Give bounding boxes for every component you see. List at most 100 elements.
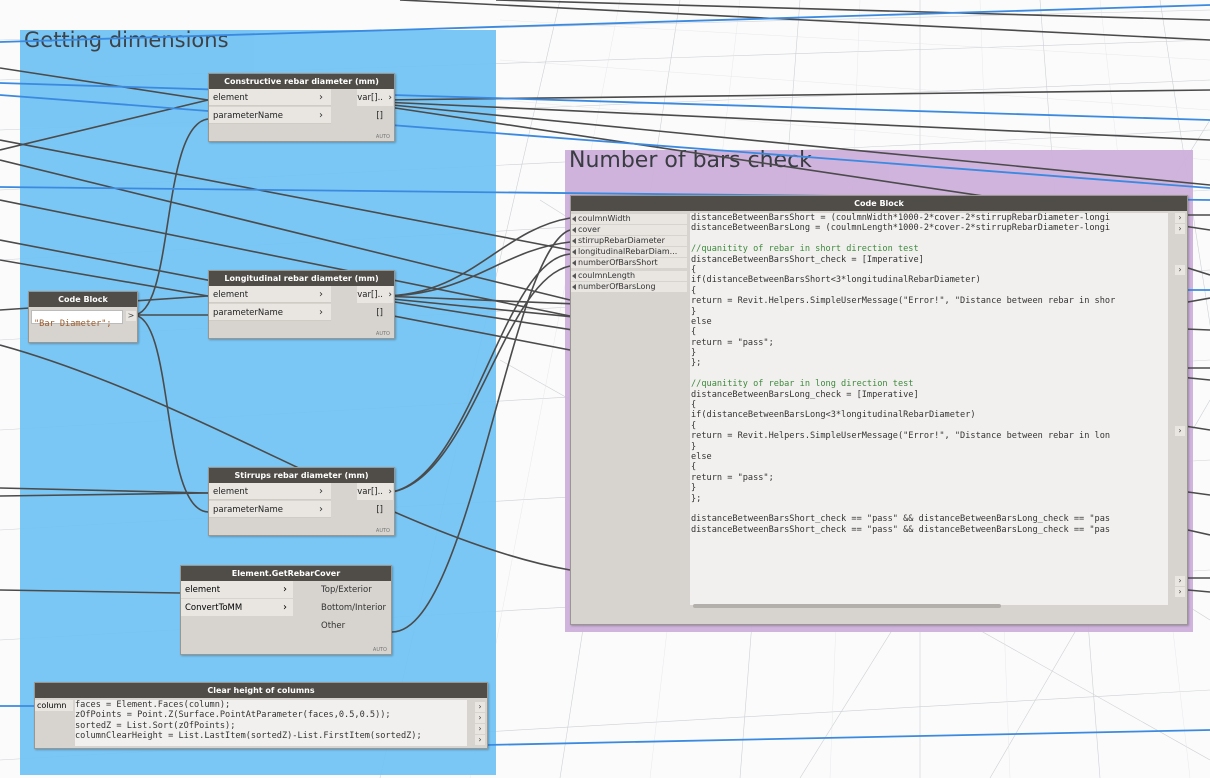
output-port[interactable]: › (475, 735, 485, 745)
input-port-convert-to-mm[interactable]: ConvertToMM › (181, 599, 293, 616)
code-line: return = "pass"; (691, 337, 774, 348)
input-port-parameter-name[interactable]: parameterName › (209, 304, 331, 321)
node-title: Constructive rebar diameter (mm) (209, 74, 394, 89)
node-constructive-rebar-diameter[interactable]: Constructive rebar diameter (mm) element… (208, 73, 395, 142)
input-port-element[interactable]: element › (209, 89, 331, 106)
code-line: { (691, 264, 697, 275)
output-port[interactable]: › (1175, 576, 1185, 586)
input-port-stirrup-rebar-diameter[interactable]: stirrupRebarDiameter (571, 236, 687, 247)
code-line: { (691, 400, 697, 411)
code-line: return = Revit.Helpers.SimpleUserMessage… (691, 296, 1116, 307)
input-port-element[interactable]: element › (209, 483, 331, 500)
group-title: Number of bars check (569, 148, 812, 173)
output-bottom-interior[interactable]: Bottom/Interior (321, 599, 386, 617)
code-line: else (691, 451, 712, 462)
code-line: } (691, 306, 697, 317)
dynamo-canvas[interactable]: Getting dimensions Number of bars check (0, 0, 1210, 778)
lacing-label: AUTO (375, 331, 390, 337)
output-top-exterior[interactable]: Top/Exterior (321, 581, 372, 599)
code-editor[interactable]: faces = Element.Faces(column); zOfPoints… (75, 700, 467, 746)
chevron-right-icon: › (388, 93, 392, 103)
output-port[interactable]: › (475, 724, 485, 734)
chevron-right-icon: › (319, 486, 323, 497)
code-line: //quanitity of rebar in long direction t… (691, 379, 914, 390)
chevron-right-icon: › (283, 602, 287, 613)
input-port-number-of-bars-short[interactable]: numberOfBarsShort (571, 258, 687, 269)
node-element-get-rebar-cover[interactable]: Element.GetRebarCover element › Top/Exter… (180, 565, 392, 655)
port-label: element (213, 290, 249, 300)
code-line: { (691, 327, 697, 338)
output-port[interactable]: > (126, 311, 136, 321)
code-line: else (691, 316, 712, 327)
output-other[interactable]: Other (321, 617, 345, 635)
code-line: return = Revit.Helpers.SimpleUserMessage… (691, 431, 1111, 442)
code-line: distanceBetweenBarsShort_check == "pass"… (691, 514, 1111, 525)
output-port-var[interactable]: var[]..[] › (357, 286, 393, 318)
output-port-var[interactable]: var[]..[] › (357, 89, 393, 121)
node-clear-height-of-columns[interactable]: Clear height of columns column faces = E… (34, 682, 488, 749)
output-port[interactable]: › (1175, 213, 1185, 223)
output-port[interactable]: › (475, 702, 485, 712)
port-label: element (185, 585, 221, 595)
input-port-parameter-name[interactable]: parameterName › (209, 501, 331, 518)
group-title: Getting dimensions (24, 28, 229, 52)
code-editor[interactable]: "Bar Diameter"; (31, 310, 123, 329)
input-port-coulmn-length[interactable]: coulmnLength (571, 271, 687, 282)
node-stirrups-rebar-diameter[interactable]: Stirrups rebar diameter (mm) element › va… (208, 467, 395, 536)
output-port[interactable]: › (1175, 265, 1185, 275)
code-line: if(distanceBetweenBarsShort<3*longitudin… (691, 275, 981, 286)
code-line: distanceBetweenBarsShort = (coulmnWidth*… (691, 213, 1111, 223)
lacing-label: AUTO (375, 528, 390, 534)
code-line: } (691, 483, 697, 494)
code-line: distanceBetweenBarsShort_check == "pass"… (691, 524, 1111, 535)
output-port[interactable]: › (1175, 224, 1185, 234)
code-line: if(distanceBetweenBarsLong<3*longitudina… (691, 410, 976, 421)
horizontal-scrollbar[interactable] (693, 604, 1001, 608)
input-port-parameter-name[interactable]: parameterName › (209, 107, 331, 124)
input-port-coulmn-width[interactable]: coulmnWidth (571, 214, 687, 225)
code-line: faces = Element.Faces(column); (75, 700, 231, 710)
port-label: parameterName (213, 505, 283, 515)
chevron-right-icon: › (388, 487, 392, 497)
port-label: element (213, 487, 249, 497)
input-port-element[interactable]: element › (209, 286, 331, 303)
port-label: parameterName (213, 111, 283, 121)
code-line: distanceBetweenBarsShort_check = [Impera… (691, 254, 924, 265)
chevron-right-icon: › (319, 504, 323, 515)
input-port-number-of-bars-long[interactable]: numberOfBarsLong (571, 282, 687, 293)
output-port[interactable]: › (475, 713, 485, 723)
node-longitudinal-rebar-diameter[interactable]: Longitudinal rebar diameter (mm) element… (208, 270, 395, 339)
port-label: ConvertToMM (185, 603, 243, 613)
node-title: Stirrups rebar diameter (mm) (209, 468, 394, 483)
lacing-label: AUTO (372, 647, 387, 653)
code-editor[interactable]: distanceBetweenBarsShort = (coulmnWidth*… (690, 213, 1168, 605)
chevron-right-icon: › (319, 110, 323, 121)
output-port[interactable]: › (1175, 587, 1185, 597)
node-title: Code Block (571, 196, 1187, 211)
node-title: Longitudinal rebar diameter (mm) (209, 271, 394, 286)
node-code-block-bar-diameter[interactable]: Code Block "Bar Diameter"; > (28, 291, 138, 343)
node-title: Clear height of columns (35, 683, 487, 698)
input-port-column[interactable]: column (35, 700, 73, 711)
code-line: "Bar Diameter"; (34, 319, 112, 329)
output-port[interactable]: › (1175, 426, 1185, 436)
node-title: Element.GetRebarCover (181, 566, 391, 581)
input-ports: coulmnWidth cover stirrupRebarDiameter l… (571, 214, 689, 624)
code-line: { (691, 420, 697, 431)
code-line: }; (691, 358, 702, 369)
chevron-right-icon: › (319, 289, 323, 300)
chevron-right-icon: › (283, 584, 287, 595)
input-port-element[interactable]: element › (181, 581, 293, 598)
code-line: columnClearHeight = List.LastItem(sorted… (75, 731, 422, 742)
code-line: return = "pass"; (691, 472, 774, 483)
input-port-longitudinal-rebar-diameter[interactable]: longitudinalRebarDiam... (571, 247, 687, 258)
code-line: }; (691, 493, 702, 504)
code-line: distanceBetweenBarsLong = (coulmnLength*… (691, 223, 1111, 234)
chevron-right-icon: › (319, 307, 323, 318)
node-code-block-bars-check[interactable]: Code Block coulmnWidth cover stirrupReba… (570, 195, 1188, 625)
input-port-cover[interactable]: cover (571, 225, 687, 236)
code-line: distanceBetweenBarsLong_check = [Imperat… (691, 389, 919, 400)
output-port-var[interactable]: var[]..[] › (357, 483, 393, 515)
